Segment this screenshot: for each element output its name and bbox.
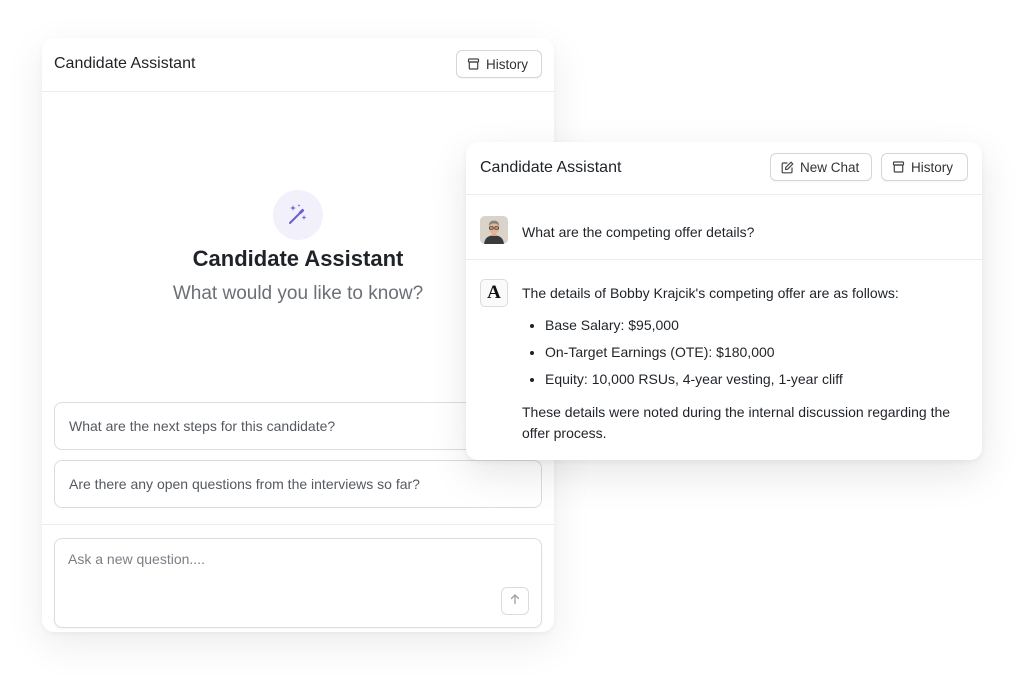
panel-header: Candidate Assistant New Chat History (466, 142, 982, 195)
answer-item-base-salary: Base Salary: $95,000 (545, 316, 970, 334)
new-chat-button[interactable]: New Chat (770, 153, 872, 181)
archive-box-icon (467, 58, 480, 70)
history-button[interactable]: History (456, 50, 542, 78)
magic-wand-sparkles-icon (273, 190, 323, 240)
history-button[interactable]: History (881, 153, 968, 181)
arrow-up-icon (509, 592, 521, 610)
user-question-row: What are the competing offer details? (466, 202, 982, 260)
panel-title: Candidate Assistant (54, 55, 196, 72)
user-avatar (480, 216, 508, 244)
history-label: History (486, 56, 529, 72)
ask-question-input[interactable] (68, 551, 488, 567)
archive-box-icon (892, 161, 905, 173)
assistant-answer: The details of Bobby Krajcik's competing… (522, 284, 970, 444)
answer-item-ote: On-Target Earnings (OTE): $180,000 (545, 343, 970, 361)
assistant-avatar: A (480, 279, 508, 307)
answer-intro: The details of Bobby Krajcik's competing… (522, 285, 899, 301)
answer-outro: These details were noted during the inte… (522, 404, 951, 441)
user-question-text: What are the competing offer details? (522, 224, 755, 240)
panel-header: Candidate Assistant History (42, 38, 554, 92)
ask-question-box[interactable] (54, 538, 542, 628)
panel-title: Candidate Assistant (480, 159, 622, 176)
history-label: History (911, 159, 954, 175)
edit-square-icon (781, 161, 794, 174)
new-chat-label: New Chat (800, 159, 860, 175)
divider (42, 524, 554, 525)
assistant-panel-right: Candidate Assistant New Chat History Wha… (466, 142, 982, 460)
send-button[interactable] (501, 587, 529, 615)
answer-item-equity: Equity: 10,000 RSUs, 4-year vesting, 1-y… (545, 370, 970, 388)
suggestion-open-questions[interactable]: Are there any open questions from the in… (54, 460, 542, 508)
answer-list: Base Salary: $95,000 On-Target Earnings … (522, 316, 970, 388)
